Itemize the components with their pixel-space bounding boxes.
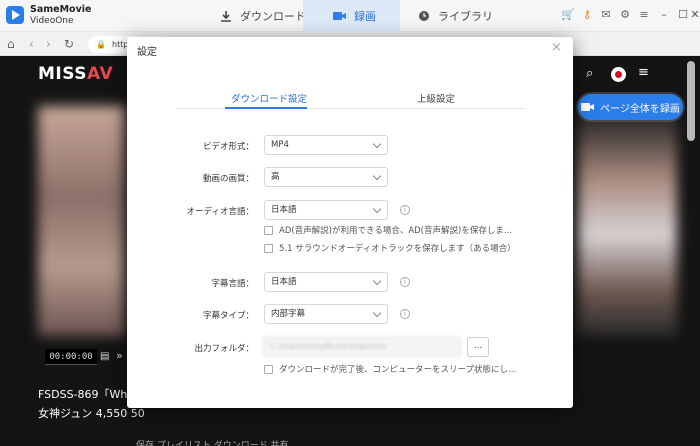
surround-checkbox-label: 5.1 サラウンドオーディオトラックを保存します（ある場合）	[279, 244, 516, 254]
subtitle-language-label: 字幕言語：	[211, 279, 254, 289]
hamburger-icon[interactable]: ≡	[638, 65, 649, 80]
site-logo[interactable]: MISSAV	[38, 64, 113, 84]
output-folder-path[interactable]: C:\Users\SameMovie\VideoOne	[263, 337, 461, 357]
close-window-icon[interactable]: ✕	[690, 8, 700, 22]
url-text: http	[112, 40, 129, 49]
dialog-close-icon[interactable]: ×	[551, 41, 562, 55]
title-bar: SameMovie VideoOne ダウンロード 録画 ライブラリ 🛒 ⚷ ✉…	[0, 0, 700, 32]
audio-info-icon[interactable]: i	[400, 205, 410, 215]
output-folder-label: 出力フォルダ：	[194, 344, 254, 354]
subtitle-type-select[interactable]: 内部字幕	[264, 304, 388, 324]
download-icon	[221, 11, 231, 22]
ad-checkbox[interactable]	[264, 226, 273, 235]
clipboard-icon[interactable]: ▤	[100, 351, 109, 362]
quality-label: 動画の画質：	[202, 174, 254, 184]
home-icon[interactable]: ⌂	[7, 36, 15, 52]
logo-text-main: MISS	[38, 64, 87, 84]
fast-forward-icon[interactable]: »	[116, 349, 123, 362]
app-name: SameMovie	[30, 4, 92, 15]
tab-selected-indicator	[225, 107, 307, 109]
ad-checkbox-label: AD(音声解説)が利用できる場合、AD(音声解説)を保存しま...	[279, 226, 512, 236]
subtitle-type-label: 字幕タイプ：	[202, 311, 254, 321]
tab-download-settings[interactable]: ダウンロード設定	[231, 91, 307, 105]
record-button-label: ページ全体を録画	[600, 103, 680, 115]
cart-icon[interactable]: 🛒	[561, 8, 575, 22]
app-subname: VideoOne	[30, 16, 74, 26]
app-window: SameMovie VideoOne ダウンロード 録画 ライブラリ 🛒 ⚷ ✉…	[0, 0, 700, 446]
side-thumbnail	[577, 111, 677, 336]
settings-dialog: 設定 × ダウンロード設定 上級設定 ビデオ形式： MP4 動画の画質： 高 オ…	[127, 37, 573, 408]
reload-icon[interactable]: ↻	[64, 36, 74, 52]
back-icon[interactable]: ‹	[29, 36, 34, 52]
subtitle-language-info-icon[interactable]: i	[400, 277, 410, 287]
key-icon[interactable]: ⚷	[580, 8, 594, 22]
record-full-page-button[interactable]: ページ全体を録画	[578, 94, 683, 120]
app-logo-icon	[6, 6, 24, 24]
lock-icon: 🔒	[96, 40, 106, 49]
video-thumbnail	[38, 106, 126, 336]
clock-icon	[419, 11, 429, 21]
minimize-icon[interactable]: –	[657, 8, 671, 22]
language-flag-icon[interactable]	[611, 67, 626, 82]
logo-text-accent: AV	[86, 64, 114, 84]
surround-checkbox[interactable]	[264, 244, 273, 253]
tab-library[interactable]: ライブラリ	[418, 0, 518, 32]
search-icon[interactable]: ⌕	[586, 66, 593, 81]
forward-icon[interactable]: ›	[46, 36, 51, 52]
video-format-select[interactable]: MP4	[264, 135, 388, 155]
gear-icon[interactable]: ⚙	[618, 8, 632, 22]
tab-advanced-settings[interactable]: 上級設定	[417, 91, 455, 105]
tab-record-label: 録画	[354, 10, 376, 23]
dialog-title: 設定	[137, 47, 157, 58]
audio-language-label: オーディオ言語：	[186, 207, 254, 217]
email-icon[interactable]: ✉	[599, 8, 613, 22]
subtitle-language-select[interactable]: 日本語	[264, 272, 388, 292]
tab-library-label: ライブラリ	[438, 10, 493, 23]
video-actions[interactable]: 保存 プレイリスト ダウンロード 共有	[136, 438, 289, 446]
menu-icon[interactable]: ≡	[637, 8, 651, 22]
tab-record[interactable]: 録画	[303, 0, 400, 32]
tab-download[interactable]: ダウンロード	[208, 0, 308, 32]
audio-language-select[interactable]: 日本語	[264, 200, 388, 220]
video-title[interactable]: FSDSS-869「Whe	[38, 386, 134, 402]
video-time: 00:00:00	[45, 349, 97, 365]
subtitle-type-info-icon[interactable]: i	[400, 309, 410, 319]
camera-icon	[333, 12, 346, 20]
video-format-label: ビデオ形式：	[202, 142, 254, 152]
browse-folder-button[interactable]: ...	[467, 337, 489, 357]
quality-select[interactable]: 高	[264, 167, 388, 187]
video-camera-icon	[581, 103, 595, 111]
tab-download-label: ダウンロード	[240, 10, 306, 23]
sleep-checkbox[interactable]	[264, 365, 273, 374]
page-scrollbar[interactable]	[687, 61, 695, 141]
sleep-checkbox-label: ダウンロードが完了後、コンピューターをスリープ状態にし...	[279, 365, 517, 375]
maximize-icon[interactable]: ☐	[676, 8, 690, 22]
